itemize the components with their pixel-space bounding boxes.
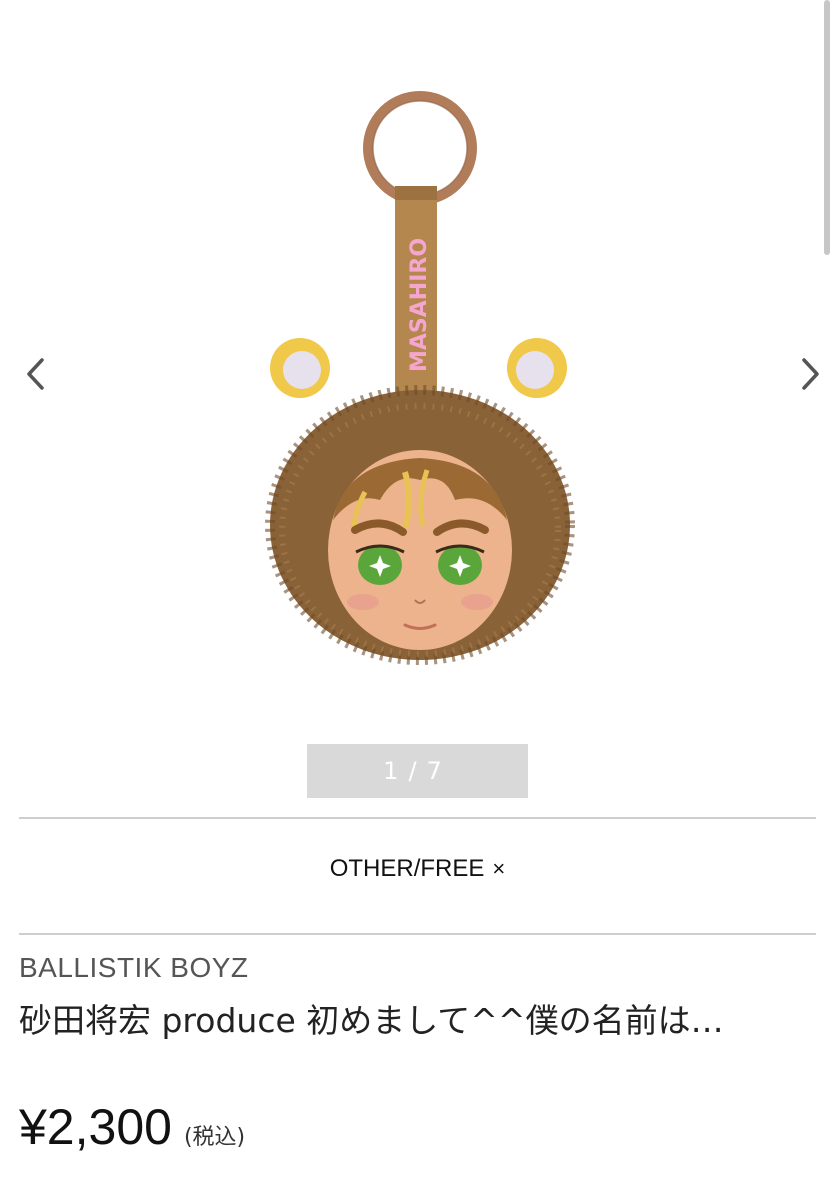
product-image[interactable]: MASAHIRO — [255, 80, 585, 680]
variant-label: OTHER/FREE — [329, 855, 485, 882]
chevron-right-icon — [802, 358, 819, 390]
tax-note: (税込) — [183, 1125, 246, 1150]
image-pager: 1 / 7 — [307, 744, 528, 798]
previous-image-button[interactable] — [14, 352, 58, 396]
pager-current: 1 — [383, 757, 409, 785]
pager-total: 7 — [426, 757, 452, 785]
price: ¥2,300 — [19, 1099, 172, 1155]
chevron-left-icon — [27, 358, 44, 390]
pager-separator: / — [408, 757, 427, 785]
variant-selector[interactable]: OTHER/FREE × — [0, 855, 835, 883]
product-title: 砂田将宏 produce 初めまして^^僕の名前は… — [19, 1001, 724, 1040]
scrollbar[interactable] — [824, 0, 830, 255]
remove-variant-icon[interactable]: × — [492, 856, 505, 881]
brand-name[interactable]: BALLISTIK BOYZ — [19, 952, 249, 984]
price-row: ¥2,300 (税込) — [19, 1098, 245, 1156]
strap-label: MASAHIRO — [407, 238, 432, 372]
next-image-button[interactable] — [788, 352, 832, 396]
divider — [19, 933, 816, 935]
divider — [19, 817, 816, 819]
key-ring — [363, 91, 477, 205]
product-gallery: MASAHIRO — [0, 0, 835, 740]
